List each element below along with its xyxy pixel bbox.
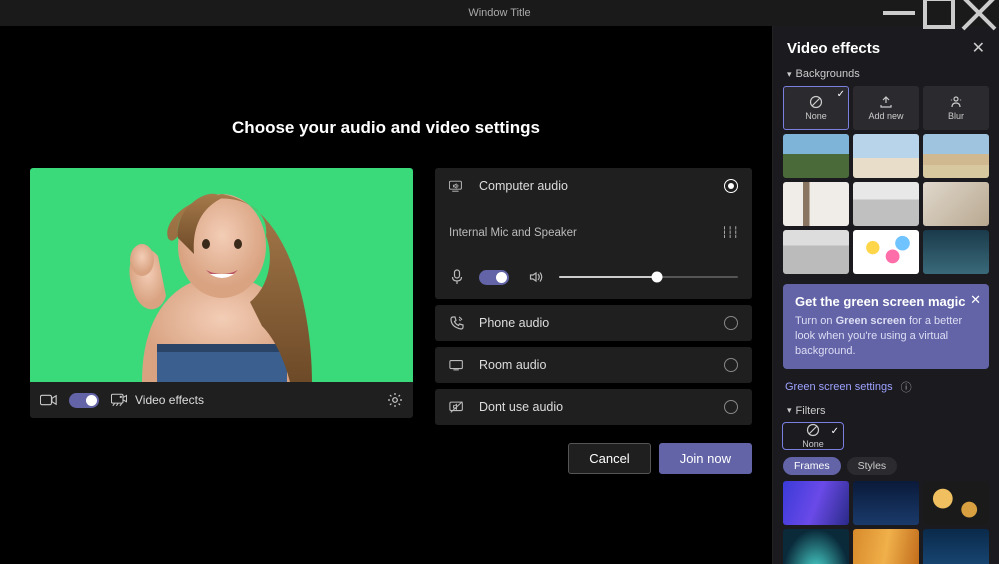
audio-option-room[interactable]: Room audio <box>435 347 752 383</box>
device-row[interactable]: Internal Mic and Speaker ┆┆┆ <box>435 218 752 247</box>
styles-tab[interactable]: Styles <box>847 457 898 475</box>
frame-thumb[interactable] <box>783 529 849 564</box>
bg-add-new[interactable]: Add new <box>853 86 919 130</box>
promo-body: Turn on Green screen for a better look w… <box>795 314 977 359</box>
device-name: Internal Mic and Speaker <box>449 227 577 239</box>
room-audio-label: Room audio <box>479 358 710 372</box>
person-avatar <box>102 168 342 382</box>
mic-icon <box>449 269 465 285</box>
frame-thumb[interactable] <box>783 481 849 525</box>
bg-blur[interactable]: Blur <box>923 86 989 130</box>
check-icon: ✓ <box>831 426 839 437</box>
radio-room-audio[interactable] <box>724 358 738 372</box>
radio-computer-audio[interactable] <box>724 179 738 193</box>
check-icon: ✓ <box>837 89 845 100</box>
close-button[interactable] <box>959 0 999 26</box>
mic-toggle[interactable] <box>479 270 509 285</box>
panel-close-icon[interactable]: ✕ <box>972 38 985 58</box>
bg-thumb[interactable] <box>853 230 919 274</box>
green-screen-promo: Get the green screen magic Turn on Green… <box>783 284 989 369</box>
frame-thumb[interactable] <box>923 481 989 525</box>
room-audio-icon <box>449 357 465 373</box>
panel-title: Video effects <box>787 40 880 57</box>
cancel-button[interactable]: Cancel <box>568 443 650 474</box>
promo-title: Get the green screen magic <box>795 294 977 310</box>
none-icon <box>806 423 820 437</box>
window-title: Window Title <box>468 7 530 19</box>
video-effects-button[interactable]: Video effects <box>111 392 204 408</box>
bg-thumb[interactable] <box>783 134 849 178</box>
phone-audio-icon <box>449 315 465 331</box>
no-audio-label: Dont use audio <box>479 400 710 414</box>
bg-thumb[interactable] <box>923 230 989 274</box>
speaker-icon <box>529 269 545 285</box>
audio-option-phone[interactable]: Phone audio <box>435 305 752 341</box>
phone-audio-label: Phone audio <box>479 316 710 330</box>
frame-thumb[interactable] <box>923 529 989 564</box>
filters-section-toggle[interactable]: Filters <box>773 403 999 423</box>
camera-toggle[interactable] <box>69 393 99 408</box>
frames-tab[interactable]: Frames <box>783 457 841 475</box>
minimize-button[interactable] <box>879 0 919 26</box>
backgrounds-section-toggle[interactable]: Backgrounds <box>773 66 999 86</box>
radio-phone-audio[interactable] <box>724 316 738 330</box>
audio-option-computer[interactable]: Computer audio Internal Mic and Speaker … <box>435 168 752 299</box>
video-effects-icon <box>111 392 127 408</box>
video-effects-label: Video effects <box>135 393 204 407</box>
add-icon <box>879 95 893 109</box>
bg-thumb[interactable] <box>783 230 849 274</box>
frame-thumb[interactable] <box>853 529 919 564</box>
none-icon <box>809 95 823 109</box>
bg-thumb[interactable] <box>853 182 919 226</box>
audio-options: Computer audio Internal Mic and Speaker … <box>435 168 752 425</box>
volume-slider[interactable] <box>559 276 738 278</box>
prejoin-area: Choose your audio and video settings <box>0 26 772 564</box>
green-screen-settings-link[interactable]: Green screen settings <box>785 381 893 393</box>
join-now-button[interactable]: Join now <box>659 443 752 474</box>
bg-thumb[interactable] <box>853 134 919 178</box>
camera-preview <box>30 168 413 382</box>
bg-none[interactable]: None ✓ <box>783 86 849 130</box>
computer-audio-icon <box>449 178 465 194</box>
page-heading: Choose your audio and video settings <box>0 118 772 138</box>
mixer-icon[interactable]: ┆┆┆ <box>721 226 738 239</box>
bg-thumb[interactable] <box>923 134 989 178</box>
radio-no-audio[interactable] <box>724 400 738 414</box>
info-icon[interactable]: ⓘ <box>901 379 912 395</box>
frames-grid <box>773 481 999 564</box>
video-effects-panel: Video effects ✕ Backgrounds None ✓ Add n… <box>772 26 999 564</box>
bg-thumb[interactable] <box>923 182 989 226</box>
maximize-button[interactable] <box>919 0 959 26</box>
frame-thumb[interactable] <box>853 481 919 525</box>
settings-icon[interactable] <box>387 392 403 408</box>
backgrounds-grid: None ✓ Add new Blur <box>773 86 999 274</box>
filter-none[interactable]: None ✓ <box>783 423 843 449</box>
audio-option-none[interactable]: Dont use audio <box>435 389 752 425</box>
camera-icon <box>40 392 57 408</box>
no-audio-icon <box>449 399 465 415</box>
title-bar: Window Title <box>0 0 999 26</box>
promo-close-icon[interactable]: ✕ <box>970 292 981 308</box>
bg-thumb[interactable] <box>783 182 849 226</box>
window-controls <box>879 0 999 26</box>
preview-toolbar: Video effects <box>30 382 413 418</box>
computer-audio-label: Computer audio <box>479 179 710 193</box>
blur-icon <box>949 95 963 109</box>
